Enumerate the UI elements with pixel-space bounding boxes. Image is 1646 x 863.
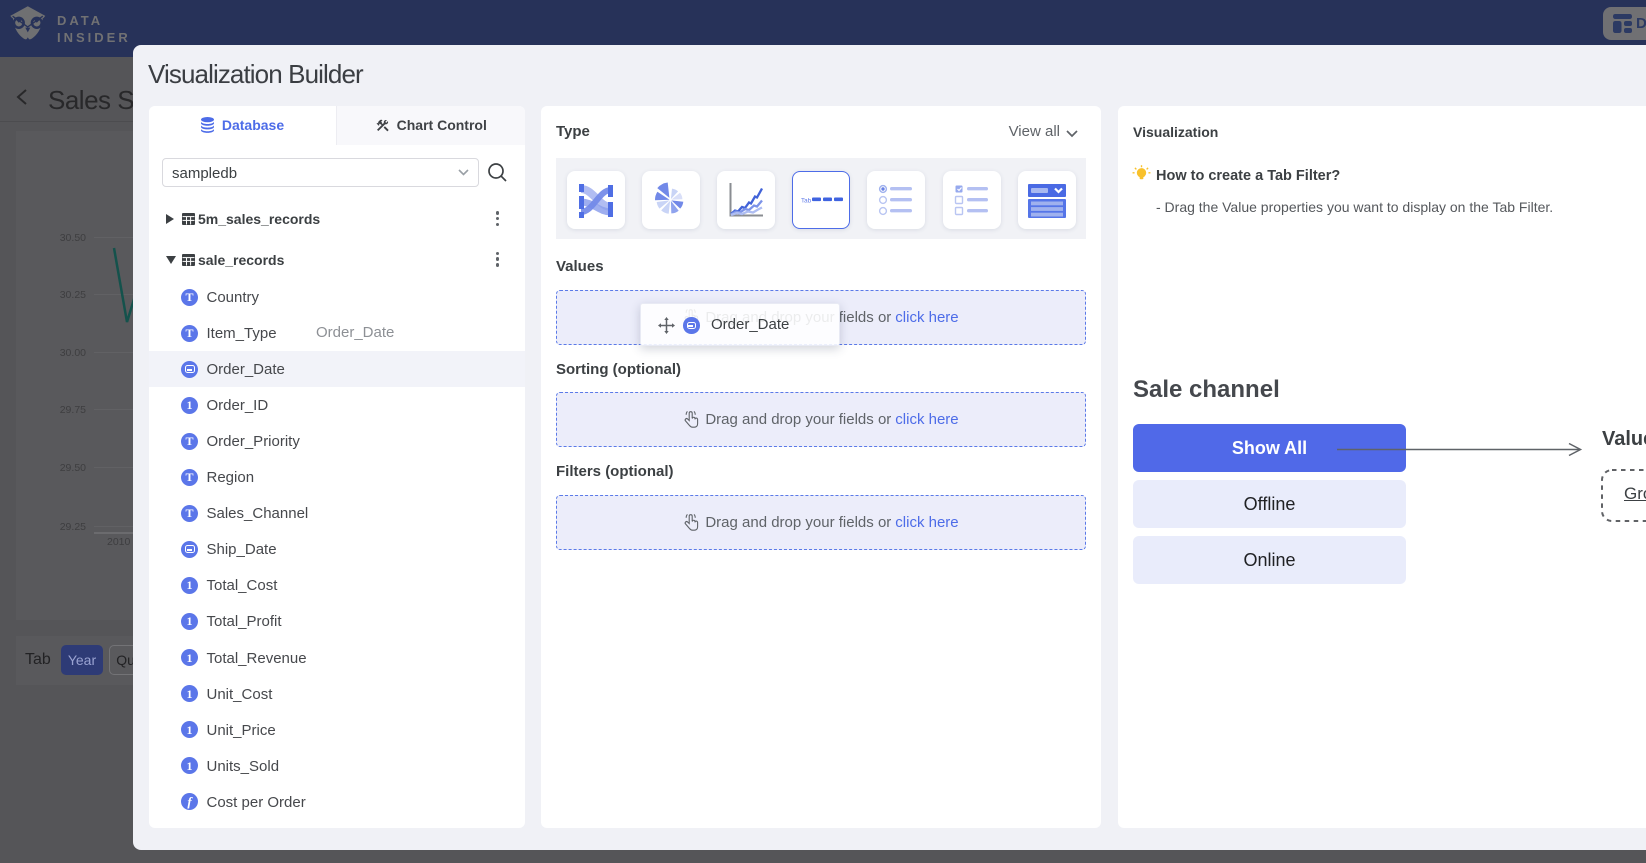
- svg-text:Tab: Tab: [801, 198, 812, 205]
